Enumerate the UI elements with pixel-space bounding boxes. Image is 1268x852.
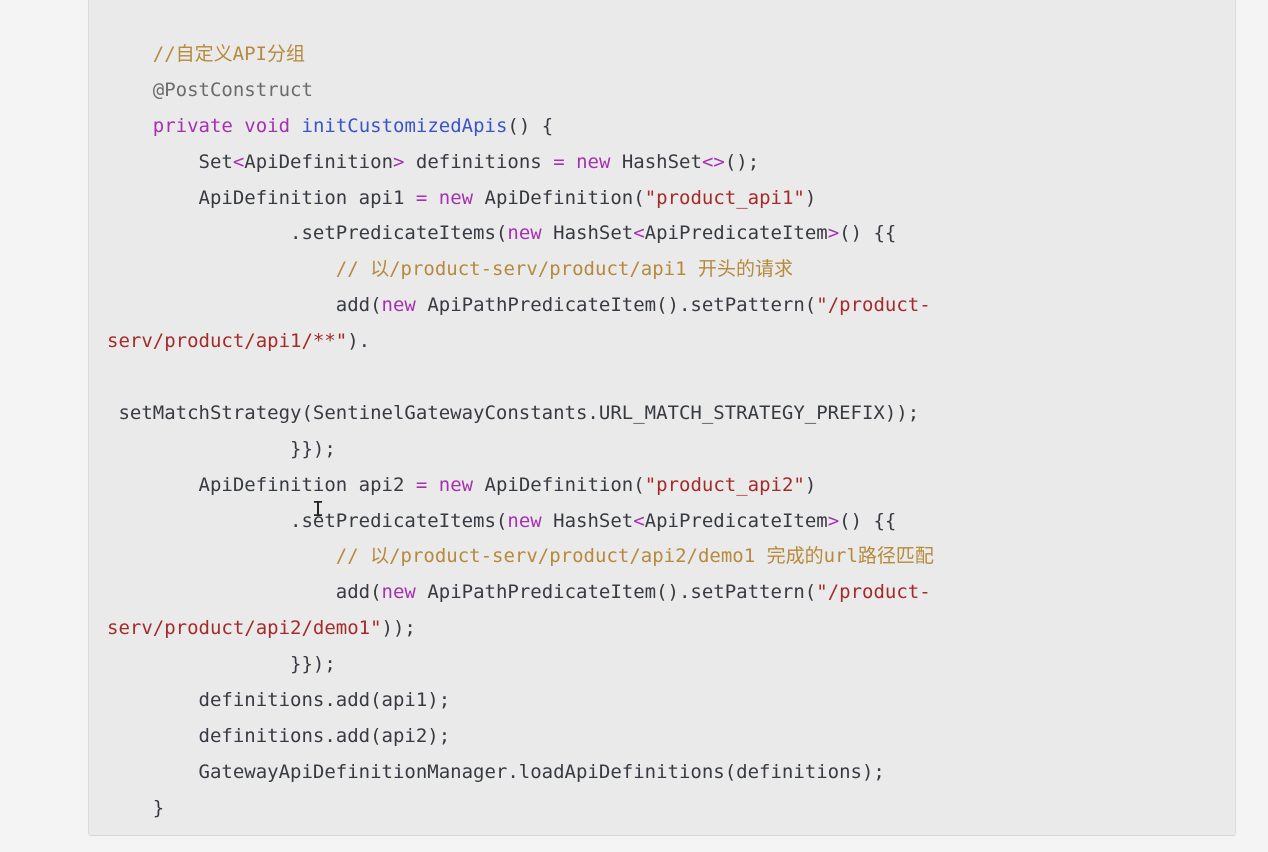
code-token: "product_api1" — [644, 186, 805, 209]
code-token: definitions.add(api2); — [107, 724, 451, 747]
code-line: // 以/product-serv/product/api2/demo1 完成的… — [107, 539, 934, 575]
code-token: definitions — [404, 150, 554, 173]
code-token: definitions.add(api1); — [107, 689, 451, 712]
code-line: ApiDefinition api2 = new ApiDefinition("… — [107, 468, 934, 504]
code-token: "/product- — [816, 581, 931, 604]
code-token: new — [381, 581, 416, 604]
code-token: add( — [107, 294, 382, 317]
code-token: GatewayApiDefinitionManager.loadApiDefin… — [107, 760, 885, 783]
code-line: add(new ApiPathPredicateItem().setPatter… — [107, 288, 934, 324]
code-token: > — [827, 222, 840, 245]
code-token: new — [507, 509, 542, 532]
code-token: = — [415, 186, 428, 209]
code-token: .setPredicateItems( — [107, 222, 508, 245]
code-token: ApiPredicateItem — [644, 509, 828, 532]
code-token: private — [152, 114, 233, 137]
code-token: } — [107, 796, 165, 819]
code-token: ApiDefinition api2 — [107, 473, 416, 496]
code-token: () { — [507, 114, 554, 137]
code-token: ApiPredicateItem — [644, 222, 828, 245]
code-token: ApiDefinition api1 — [107, 186, 416, 209]
code-line: .setPredicateItems(new HashSet<ApiPredic… — [107, 504, 934, 540]
code-token: ApiDefinition( — [473, 186, 645, 209]
code-token: HashSet — [610, 150, 702, 173]
code-token: ApiPathPredicateItem().setPattern( — [415, 581, 817, 604]
code-token: ) — [804, 473, 817, 496]
code-token: //自定义API分组 — [152, 43, 305, 65]
code-line: definitions.add(api1); — [107, 683, 934, 719]
code-token: void — [244, 114, 291, 137]
code-token: < — [633, 222, 645, 245]
code-token: HashSet — [541, 509, 634, 532]
code-line: add(new ApiPathPredicateItem().setPatter… — [107, 575, 934, 611]
code-token: new — [381, 294, 416, 317]
code-token: = — [553, 150, 565, 173]
code-text[interactable]: //自定义API分组 @PostConstruct private void i… — [107, 37, 934, 827]
code-token: ApiPathPredicateItem().setPattern( — [415, 294, 817, 317]
code-line: }}); — [107, 647, 934, 683]
code-token: > — [827, 509, 840, 532]
code-token: serv/product/api2/demo1" — [107, 617, 382, 640]
code-token: // 以/product-serv/product/api2/demo1 完成的… — [335, 545, 934, 568]
code-token: serv/product/api1/**" — [107, 330, 348, 353]
code-line: ApiDefinition api1 = new ApiDefinition("… — [107, 181, 934, 217]
code-token: "product_api2" — [644, 473, 805, 496]
code-token: Set — [107, 150, 233, 173]
code-token: > — [393, 150, 405, 173]
code-block: //自定义API分组 @PostConstruct private void i… — [88, 0, 1236, 836]
code-line: private void initCustomizedApis() { — [107, 109, 934, 145]
code-token: }}); — [107, 653, 336, 676]
code-token: ApiDefinition — [244, 150, 394, 173]
code-token: ). — [347, 330, 371, 353]
code-token: <> — [701, 150, 725, 173]
code-token: () {{ — [839, 222, 897, 245]
code-token: // 以/product-serv/product/api1 开头的请求 — [335, 258, 793, 281]
code-token: () {{ — [839, 509, 897, 532]
code-token: "/product- — [816, 294, 931, 317]
code-line: .setPredicateItems(new HashSet<ApiPredic… — [107, 216, 934, 252]
code-token: (); — [724, 150, 760, 173]
code-token: }}); — [107, 437, 336, 460]
code-token: < — [232, 150, 245, 173]
code-token: ) — [804, 186, 817, 209]
code-line: setMatchStrategy(SentinelGatewayConstant… — [107, 396, 934, 432]
code-token: < — [633, 509, 645, 532]
code-line: // 以/product-serv/product/api1 开头的请求 — [107, 252, 934, 288]
code-token: new — [576, 150, 611, 173]
code-token: = — [415, 473, 428, 496]
code-token: initCustomizedApis — [301, 114, 508, 137]
code-line: //自定义API分组 — [107, 37, 934, 73]
code-token: )); — [381, 617, 416, 640]
code-token: setMatchStrategy(SentinelGatewayConstant… — [107, 401, 920, 424]
code-token: @PostConstruct — [152, 78, 313, 101]
code-line: } — [107, 791, 934, 827]
code-token: .setPredicateItems( — [107, 509, 508, 532]
code-token: ApiDefinition( — [473, 473, 645, 496]
code-token: new — [507, 222, 542, 245]
code-token: HashSet — [541, 222, 634, 245]
code-line: Set<ApiDefinition> definitions = new Has… — [107, 145, 934, 181]
code-token: new — [438, 473, 474, 496]
code-token: add( — [107, 581, 382, 604]
code-line: }}); — [107, 432, 934, 468]
code-line: GatewayApiDefinitionManager.loadApiDefin… — [107, 755, 934, 791]
code-line: serv/product/api1/**"). — [107, 324, 934, 360]
code-line: serv/product/api2/demo1")); — [107, 611, 934, 647]
code-line: definitions.add(api2); — [107, 719, 934, 755]
code-token: new — [438, 186, 474, 209]
code-line: @PostConstruct — [107, 73, 934, 109]
